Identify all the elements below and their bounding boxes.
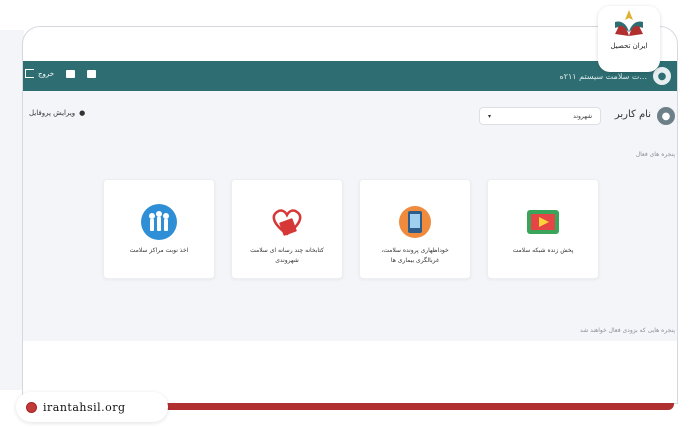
book-heart-icon	[267, 202, 307, 242]
globe-icon	[26, 401, 37, 413]
system-logo-icon: ●	[653, 67, 671, 85]
tv-icon	[523, 202, 563, 242]
mail-button[interactable]	[87, 69, 97, 78]
header-title: ...ت سلامت سیستم ۲۱۱ه	[559, 71, 648, 81]
card-appointment[interactable]: اخذ نوبت مراکز سلامت	[103, 179, 215, 279]
main-content: ● نام کاربر شهروند ▾ ● ویرایش پروفایل پن…	[23, 91, 677, 341]
chevron-down-icon: ▾	[488, 112, 492, 120]
page: خروج ● ...ت سلامت سیستم ۲۱۱ه ● نام کاربر…	[0, 0, 700, 430]
card-label: کتابخانه چند رسانه ای سلامت شهروندی	[250, 247, 324, 264]
brand-logo: ایران تحصیل	[598, 6, 660, 72]
active-windows-label: پنجره های فعال	[635, 151, 675, 158]
site-url: irantahsil.org	[43, 400, 126, 414]
role-select-value: شهروند	[573, 112, 592, 120]
user-avatar-icon: ●	[657, 107, 675, 125]
username: نام کاربر	[614, 109, 651, 120]
header-actions: خروج	[25, 69, 97, 78]
tablet-icon	[395, 202, 435, 242]
people-icon	[139, 202, 179, 242]
brand-logo-icon	[615, 10, 643, 36]
logout-label: خروج	[38, 69, 55, 78]
card-label: خوداظهاری پرونده سلامت، غربالگری بیماری …	[381, 247, 449, 264]
message-icon	[66, 69, 76, 78]
user-icon: ●	[79, 109, 86, 117]
role-select[interactable]: شهروند ▾	[479, 107, 601, 125]
app-window: خروج ● ...ت سلامت سیستم ۲۱۱ه ● نام کاربر…	[22, 26, 678, 404]
mail-icon	[87, 69, 97, 78]
logout-icon	[25, 69, 34, 78]
card-self-report[interactable]: خوداظهاری پرونده سلامت، غربالگری بیماری …	[359, 179, 471, 279]
bottom-accent-bar	[150, 403, 674, 410]
left-stripe	[0, 30, 24, 390]
card-live-tv[interactable]: پخش زنده شبکه سلامت	[487, 179, 599, 279]
brand-logo-text: ایران تحصیل	[610, 42, 648, 50]
card-label: اخذ نوبت مراکز سلامت	[129, 247, 189, 254]
card-label: پخش زنده شبکه سلامت	[512, 247, 574, 254]
messages-button[interactable]	[66, 69, 76, 78]
upcoming-windows-label: پنجره هایی که بزودی فعال خواهند شد	[580, 327, 675, 334]
edit-profile-label: ویرایش پروفایل	[29, 109, 76, 117]
edit-profile-button[interactable]: ● ویرایش پروفایل	[29, 109, 85, 117]
site-url-badge: irantahsil.org	[16, 392, 168, 422]
user-row: ● نام کاربر شهروند ▾ ● ویرایش پروفایل	[23, 103, 677, 133]
card-library[interactable]: کتابخانه چند رسانه ای سلامت شهروندی	[231, 179, 343, 279]
logout-button[interactable]: خروج	[25, 69, 54, 78]
top-header: خروج ● ...ت سلامت سیستم ۲۱۱ه	[23, 61, 677, 91]
